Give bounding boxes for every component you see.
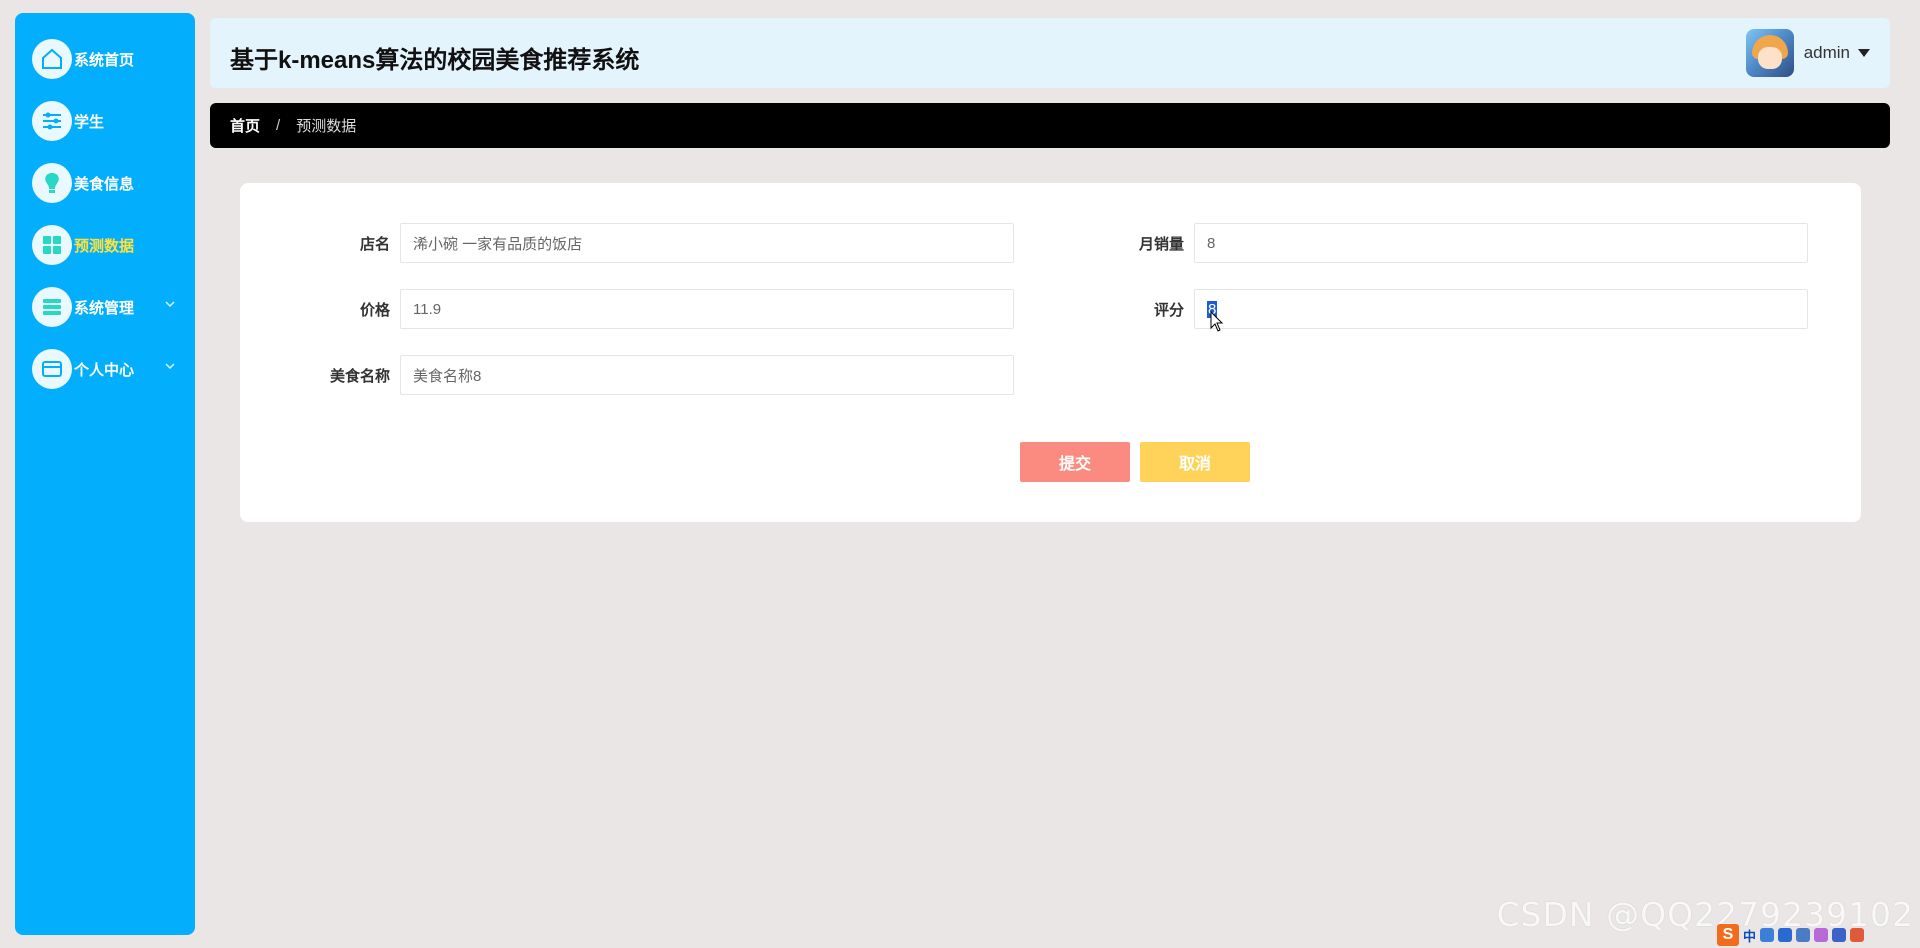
store-name-input[interactable] [400, 223, 1014, 263]
mouse-cursor-icon [1210, 311, 1224, 332]
sidebar-item-label: 美食信息 [74, 175, 135, 193]
avatar [1745, 29, 1794, 77]
price-label: 价格 [359, 301, 390, 319]
breadcrumb-home-link[interactable]: 首页 [230, 115, 260, 136]
sidebar-item-label: 系统管理 [74, 299, 135, 317]
breadcrumb-current: 预测数据 [296, 118, 357, 135]
ime-mode: 中 [1743, 928, 1757, 944]
home-icon [32, 39, 72, 79]
prediction-form: 店名 月销量 价格 评分 8 美食名称 提交 取消 [240, 183, 1861, 522]
sliders-icon [32, 101, 72, 141]
price-field: 价格 [280, 289, 1014, 329]
app-title: 基于k-means算法的校园美食推荐系统 [230, 47, 640, 74]
ime-toolbar[interactable]: S 中 [1717, 924, 1865, 946]
food-name-label: 美食名称 [329, 367, 390, 385]
apps-icon [1832, 928, 1847, 942]
rating-field: 评分 8 [1074, 289, 1808, 329]
caret-down-icon [1858, 49, 1870, 57]
top-header: 基于k-means算法的校园美食推荐系统 admin [210, 18, 1890, 88]
sidebar-item-system-management[interactable]: 系统管理 [32, 285, 192, 329]
chevron-down-icon [165, 301, 175, 308]
card-icon [32, 349, 72, 389]
monthly-sales-label: 月销量 [1138, 235, 1184, 253]
submit-button[interactable]: 提交 [1020, 442, 1130, 482]
sidebar-item-students[interactable]: 学生 [32, 99, 192, 143]
price-input[interactable] [400, 289, 1014, 329]
bulb-icon [32, 163, 72, 203]
rating-label: 评分 [1153, 301, 1184, 319]
keyboard-icon [1796, 928, 1811, 942]
sidebar-item-prediction[interactable]: 预测数据 [32, 223, 192, 267]
chevron-down-icon [165, 363, 175, 370]
sogou-logo-icon: S [1717, 924, 1739, 946]
sidebar-item-personal-center[interactable]: 个人中心 [32, 347, 192, 391]
food-name-field: 美食名称 [280, 355, 1014, 395]
skin-icon [1814, 928, 1829, 942]
sidebar-item-label: 学生 [74, 113, 105, 131]
cancel-button[interactable]: 取消 [1140, 442, 1250, 482]
rating-input[interactable]: 8 [1194, 289, 1808, 329]
punctuation-icon [1760, 928, 1775, 942]
sidebar-item-label: 个人中心 [74, 361, 135, 379]
food-name-input[interactable] [400, 355, 1014, 395]
more-icon [1850, 928, 1865, 942]
sidebar-item-home[interactable]: 系统首页 [32, 37, 192, 81]
monthly-sales-input[interactable] [1194, 223, 1808, 263]
user-menu[interactable]: admin [1745, 29, 1870, 77]
store-name-field: 店名 [280, 223, 1014, 263]
breadcrumb: 首页 / 预测数据 [210, 103, 1890, 148]
sidebar-item-label: 系统首页 [74, 51, 135, 69]
microphone-icon [1778, 928, 1793, 942]
sidebar-item-label: 预测数据 [74, 237, 135, 255]
breadcrumb-separator: / [276, 117, 281, 134]
username: admin [1803, 43, 1850, 62]
sidebar: 系统首页 学生 美食信息 预测数据 系统管理 个人中心 [15, 13, 195, 935]
sidebar-item-food-info[interactable]: 美食信息 [32, 161, 192, 205]
list-icon [32, 287, 72, 327]
monthly-sales-field: 月销量 [1074, 223, 1808, 263]
grid-icon [32, 225, 72, 265]
store-name-label: 店名 [359, 235, 390, 253]
